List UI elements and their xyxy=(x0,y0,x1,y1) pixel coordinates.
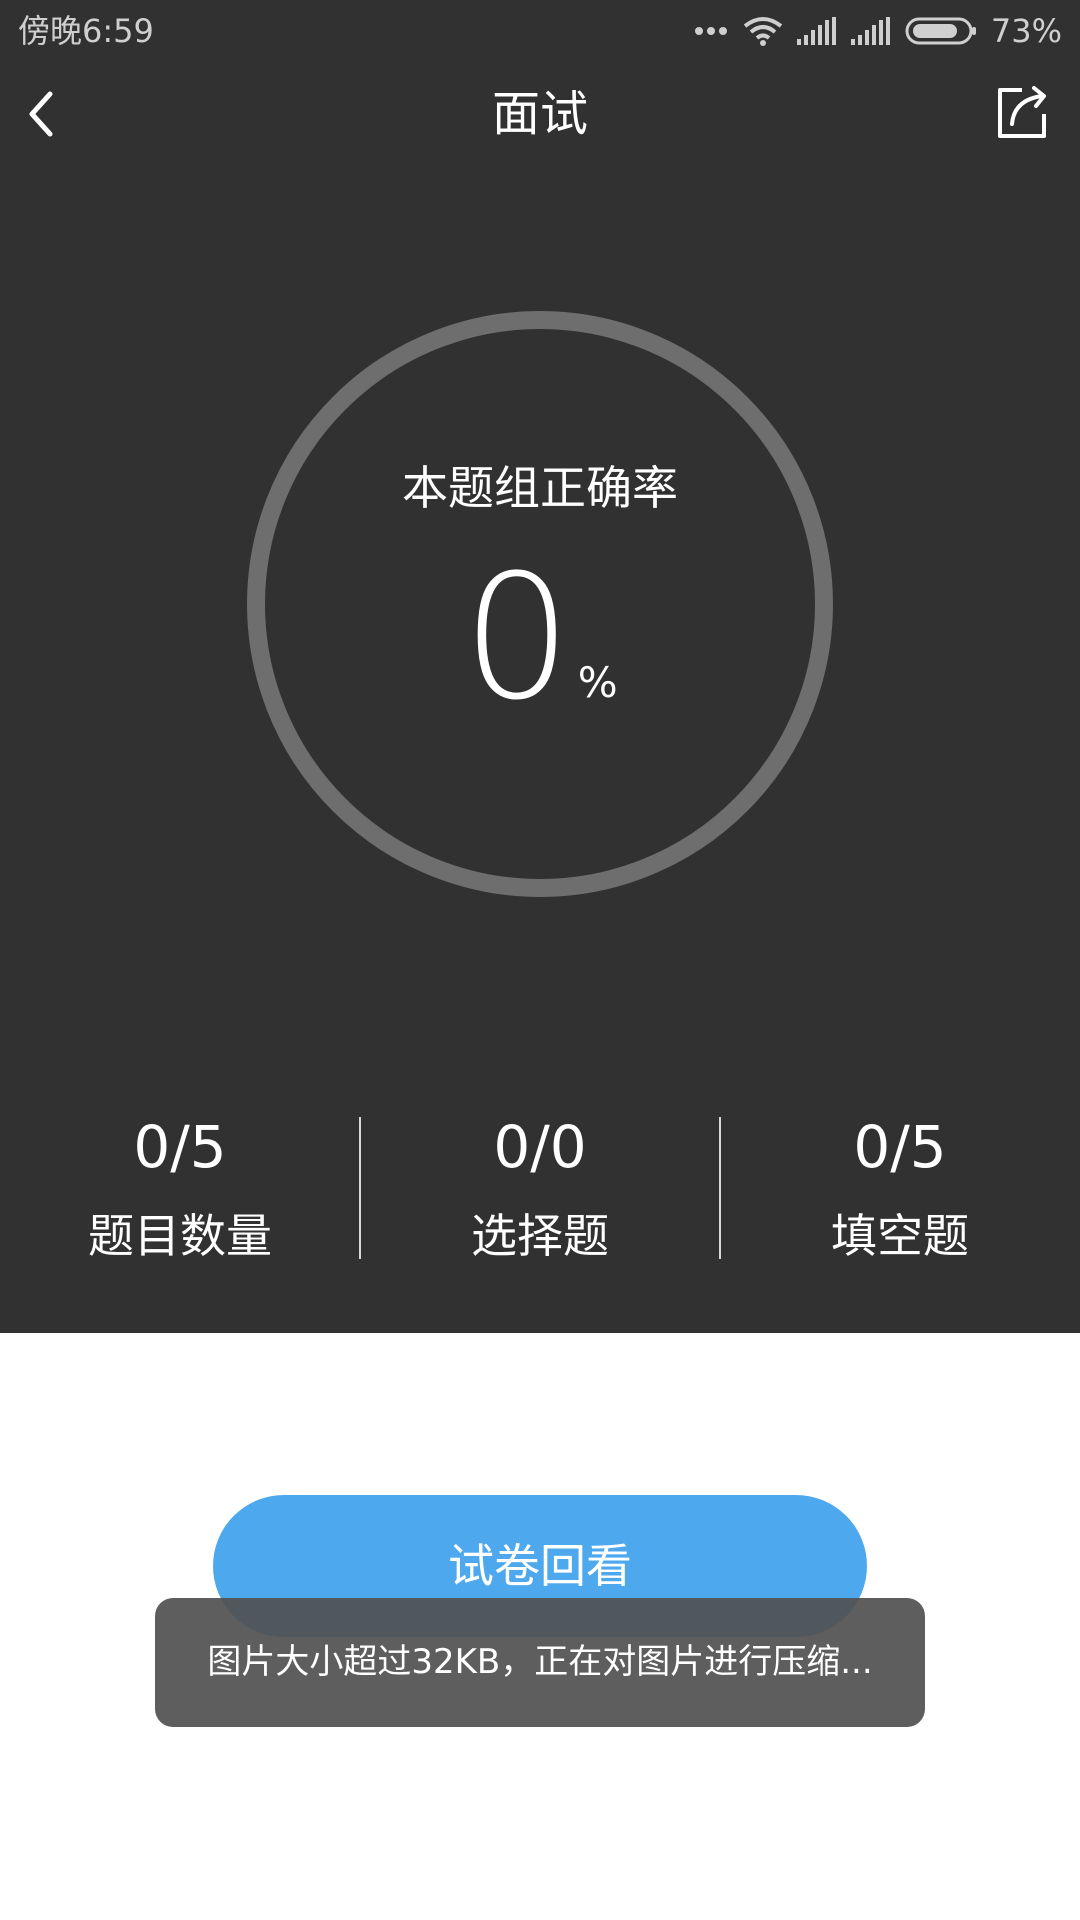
status-time: 傍晚6:59 xyxy=(18,12,154,50)
signal-icon xyxy=(850,17,891,45)
status-bar: 傍晚6:59 73% xyxy=(0,0,1080,62)
wifi-icon xyxy=(743,16,783,46)
stat-value: 0/5 xyxy=(853,1113,947,1181)
nav-bar: 面试 xyxy=(0,62,1080,166)
stat-fill-blank-questions: 0/5 填空题 xyxy=(720,1100,1080,1280)
status-icons: 73% xyxy=(693,10,1062,52)
share-icon xyxy=(998,86,1046,138)
accuracy-label: 本题组正确率 xyxy=(402,461,678,515)
share-button[interactable] xyxy=(992,82,1052,142)
accuracy-value-row: 0% xyxy=(246,552,834,724)
battery-icon xyxy=(905,17,977,45)
accuracy-unit: % xyxy=(577,658,618,707)
stat-label: 填空题 xyxy=(831,1209,969,1263)
stats-row: 0/5 题目数量 0/0 选择题 0/5 填空题 xyxy=(0,1100,1080,1280)
result-header: 傍晚6:59 73% 面试 本题组正确率 0 % 0/5 题目数量 0/0 选择… xyxy=(0,0,1080,1333)
stat-label: 选择题 xyxy=(471,1209,609,1263)
toast-message: 图片大小超过32KB，正在对图片进行压缩... xyxy=(155,1598,925,1727)
stat-value: 0/5 xyxy=(133,1113,227,1181)
stat-question-count: 0/5 题目数量 xyxy=(0,1100,361,1280)
more-dots-icon xyxy=(693,25,729,37)
stat-value: 0/0 xyxy=(493,1113,587,1181)
signal-icon xyxy=(796,17,837,45)
battery-percent: 73% xyxy=(990,12,1062,50)
accuracy-value: 0 xyxy=(462,537,572,738)
page-title: 面试 xyxy=(491,86,588,142)
accuracy-ring: 本题组正确率 0% xyxy=(246,310,834,898)
stat-label: 题目数量 xyxy=(88,1209,272,1263)
stat-choice-questions: 0/0 选择题 xyxy=(360,1100,721,1280)
